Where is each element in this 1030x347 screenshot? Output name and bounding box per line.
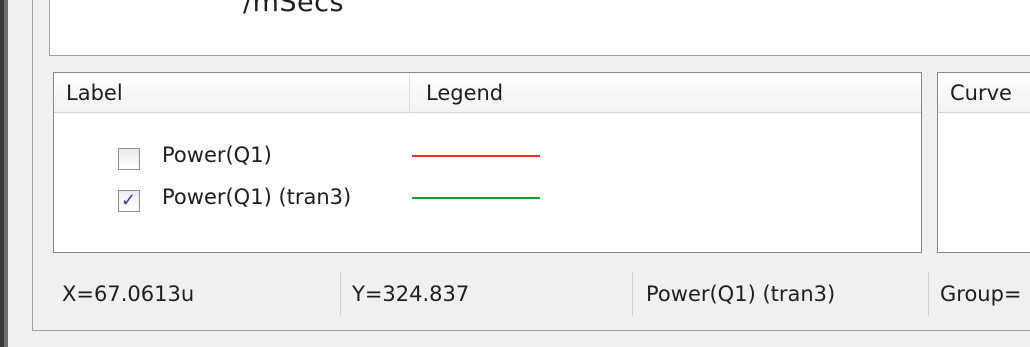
legend-row[interactable]: ✓ Power(Q1) (tran3)	[54, 181, 921, 221]
trace-visibility-checkbox[interactable]: ✓	[118, 190, 140, 212]
trace-label: Power(Q1)	[162, 143, 272, 167]
status-y-value: Y=324.837	[352, 282, 470, 306]
status-x-value: X=67.0613u	[62, 282, 195, 306]
legend-row[interactable]: Power(Q1)	[54, 139, 921, 179]
column-header-curve[interactable]: Curve	[938, 73, 1030, 113]
window-edge	[0, 0, 12, 347]
legend-table-header: Label Legend	[54, 73, 921, 113]
status-group: Group=	[940, 282, 1022, 306]
column-header-legend[interactable]: Legend	[426, 73, 503, 113]
column-divider[interactable]	[409, 73, 410, 113]
column-header-label[interactable]: Label	[66, 73, 123, 113]
status-divider	[632, 272, 633, 316]
trace-label: Power(Q1) (tran3)	[162, 185, 352, 209]
checkmark-icon: ✓	[121, 190, 137, 211]
legend-line-swatch	[412, 155, 540, 157]
legend-line-swatch	[412, 197, 540, 199]
status-trace-name: Power(Q1) (tran3)	[646, 282, 836, 306]
waveform-viewer-panel: /mSecs Label Legend Power(Q1) ✓ Power(Q1…	[0, 0, 1030, 347]
status-divider	[340, 272, 341, 316]
trace-visibility-checkbox[interactable]	[118, 148, 140, 170]
status-divider	[928, 272, 929, 316]
curve-panel: Curve	[937, 72, 1030, 253]
legend-table: Label Legend Power(Q1) ✓ Power(Q1) (tran…	[53, 72, 922, 253]
axis-unit-label: /mSecs	[243, 0, 345, 18]
plot-area-bottom: /mSecs	[49, 0, 1030, 56]
